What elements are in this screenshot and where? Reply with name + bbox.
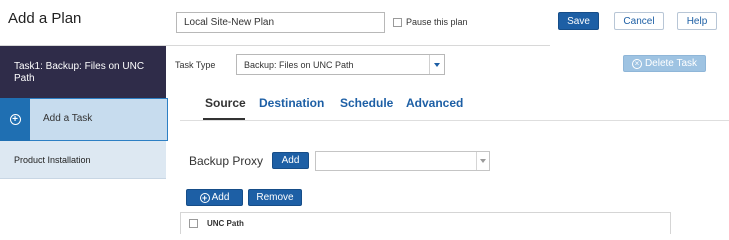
- close-circle-icon: ×: [631, 58, 642, 69]
- plus-circle-icon: +: [9, 114, 21, 125]
- pause-plan-label: Pause this plan: [406, 17, 468, 27]
- task-type-select[interactable]: Backup: Files on UNC Path: [236, 54, 445, 75]
- add-path-button[interactable]: + Add: [186, 189, 243, 206]
- help-button[interactable]: Help: [677, 12, 717, 30]
- add-proxy-button[interactable]: Add: [272, 152, 309, 169]
- sidebar-item-product-installation[interactable]: Product Installation: [0, 141, 166, 179]
- task-type-label: Task Type: [175, 60, 216, 70]
- pause-plan-toggle[interactable]: Pause this plan: [393, 15, 468, 29]
- backup-proxy-label: Backup Proxy: [189, 154, 264, 168]
- chevron-down-icon: [434, 62, 440, 67]
- tab-source[interactable]: Source: [205, 96, 246, 110]
- select-all-checkbox[interactable]: [189, 219, 198, 228]
- add-path-label: Add: [211, 192, 230, 203]
- tab-destination[interactable]: Destination: [259, 96, 324, 110]
- backup-proxy-select[interactable]: [315, 151, 490, 171]
- sidebar-item-label: Product Installation: [14, 155, 91, 165]
- header-divider: [166, 45, 550, 46]
- dropdown-toggle[interactable]: [429, 55, 444, 74]
- remove-path-button[interactable]: Remove: [248, 189, 302, 206]
- tab-schedule[interactable]: Schedule: [340, 96, 393, 110]
- save-button[interactable]: Save: [558, 12, 599, 30]
- tab-divider: [180, 120, 729, 121]
- sidebar-item-label: Task1: Backup: Files on UNC Path: [14, 61, 145, 84]
- add-task-icon-box[interactable]: +: [0, 98, 30, 141]
- column-header-unc-path: UNC Path: [207, 219, 244, 228]
- sidebar-item-task1[interactable]: Task1: Backup: Files on UNC Path: [0, 46, 166, 98]
- table-header: [180, 212, 671, 234]
- plus-circle-icon: +: [199, 192, 210, 203]
- cancel-button[interactable]: Cancel: [614, 12, 664, 30]
- pause-plan-checkbox[interactable]: [393, 17, 402, 27]
- delete-task-button[interactable]: × Delete Task: [623, 55, 706, 72]
- tab-advanced[interactable]: Advanced: [406, 96, 463, 110]
- plan-name-input[interactable]: [176, 12, 385, 33]
- chevron-down-icon: [480, 159, 486, 163]
- sidebar-item-label: Add a Task: [43, 113, 93, 124]
- dropdown-toggle[interactable]: [476, 152, 489, 170]
- task-type-value: Backup: Files on UNC Path: [244, 59, 354, 70]
- page-title: Add a Plan: [8, 10, 82, 27]
- delete-task-label: Delete Task: [644, 58, 698, 69]
